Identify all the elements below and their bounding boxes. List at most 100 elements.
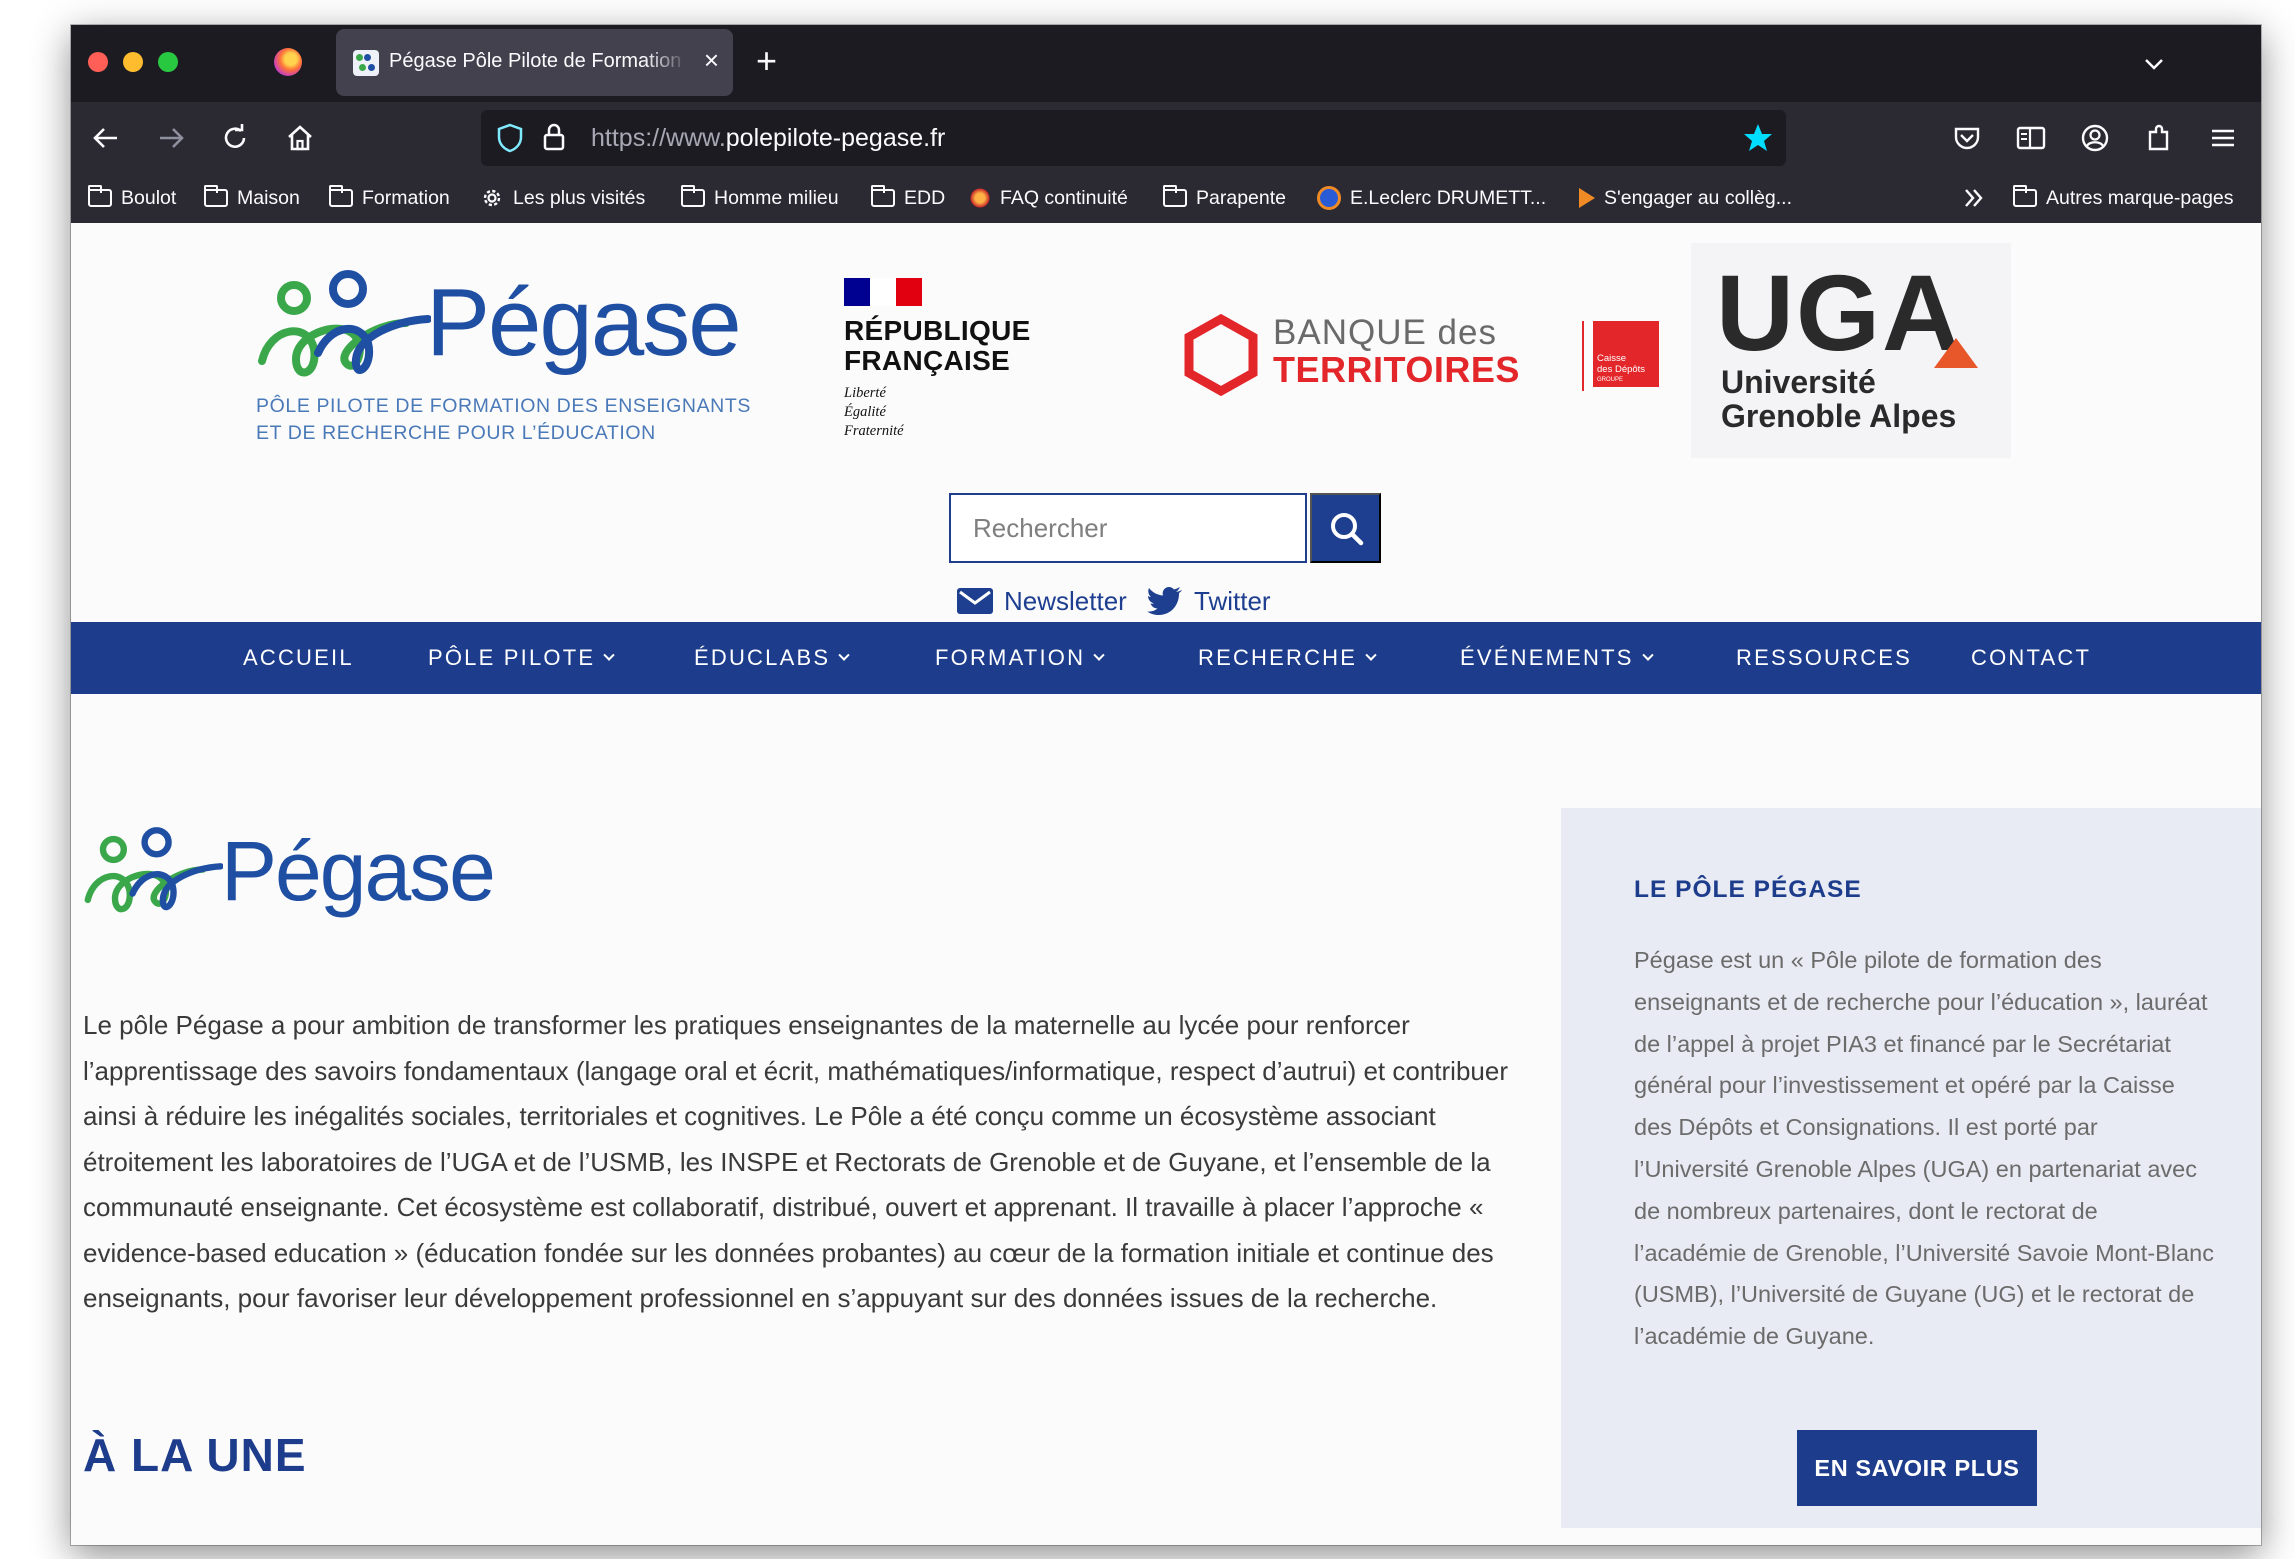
uga-name: Université Grenoble Alpes <box>1721 365 1956 433</box>
url-text[interactable]: https://www.polepilote-pegase.fr <box>591 124 945 153</box>
bdt-line1: BANQUE des <box>1273 313 1497 352</box>
search-input[interactable] <box>951 495 1305 561</box>
tracking-shield-icon[interactable] <box>495 122 525 154</box>
rf-title-line: FRANÇAISE <box>844 345 1011 376</box>
gear-icon <box>483 189 501 207</box>
chevron-down-icon <box>1641 649 1654 661</box>
twitter-link[interactable]: Twitter <box>1146 581 1271 621</box>
rf-title-line: RÉPUBLIQUE <box>844 315 1031 346</box>
pocket-icon[interactable] <box>1949 120 1985 156</box>
nav-item-evenements[interactable]: ÉVÉNEMENTS <box>1460 622 1654 694</box>
nav-item-recherche[interactable]: RECHERCHE <box>1198 622 1377 694</box>
new-tab-button[interactable]: + <box>756 43 777 79</box>
search-button[interactable] <box>1310 493 1381 563</box>
cdc-line: GROUPE <box>1597 377 1624 383</box>
uga-name-line: Grenoble Alpes <box>1721 398 1957 434</box>
nav-label: RECHERCHE <box>1198 645 1358 670</box>
extensions-icon[interactable] <box>2141 120 2177 156</box>
nav-label: ÉDUCLABS <box>694 645 831 670</box>
bookmark-boulot[interactable]: Boulot <box>88 184 176 212</box>
pegase-people-icon <box>258 270 431 377</box>
account-icon[interactable] <box>2077 120 2113 156</box>
bookmarks-overflow-button[interactable] <box>1961 184 1987 212</box>
folder-icon <box>329 185 353 207</box>
tab-bar: Pégase Pôle Pilote de Formation × + <box>71 25 2261 102</box>
bookmark-label: Formation <box>362 186 450 209</box>
nav-item-formation[interactable]: FORMATION <box>935 622 1105 694</box>
back-icon[interactable] <box>88 120 124 156</box>
bookmark-label: EDD <box>904 186 946 209</box>
chevron-double-right-icon <box>1965 189 1983 207</box>
nav-item-ressources[interactable]: RESSOURCES <box>1736 622 1912 694</box>
uga-wordmark: UGA <box>1716 252 1962 373</box>
forward-icon[interactable] <box>153 120 189 156</box>
bookmark-label: Boulot <box>121 186 177 209</box>
cdc-line: des Dépôts <box>1597 364 1646 375</box>
bookmark-label: Maison <box>237 186 300 209</box>
main-navigation: ACCUEIL PÔLE PILOTE ÉDUCLABS FORMATION R… <box>71 622 2261 694</box>
nav-item-contact[interactable]: CONTACT <box>1971 622 2091 694</box>
newsletter-label: Newsletter <box>1004 585 1127 616</box>
uga-triangle-icon <box>1934 338 1978 368</box>
lock-icon[interactable] <box>541 121 567 153</box>
nav-item-accueil[interactable]: ACCUEIL <box>243 622 354 694</box>
intro-paragraph: Le pôle Pégase a pour ambition de transf… <box>83 1010 1508 1313</box>
nav-label: PÔLE PILOTE <box>428 645 596 670</box>
bookmarks-toolbar: Boulot Maison Formation Les plus visités… <box>71 174 2261 223</box>
url-bar[interactable]: https://www.polepilote-pegase.fr <box>481 110 1786 166</box>
pegase-favicon-icon <box>353 50 379 76</box>
bookmark-homme-milieu[interactable]: Homme milieu <box>681 184 839 212</box>
bookmark-label: FAQ continuité <box>1000 186 1128 209</box>
firefox-view-icon[interactable] <box>274 48 302 76</box>
reload-icon[interactable] <box>217 120 253 156</box>
uga-logo[interactable]: UGA Université Grenoble Alpes <box>1691 243 2011 458</box>
sidebar-title: LE PÔLE PÉGASE <box>1634 876 1862 903</box>
tab-title: Pégase Pôle Pilote de Formation <box>389 50 682 72</box>
bookmark-les-plus-visites[interactable]: Les plus visités <box>480 184 645 212</box>
folder-icon <box>1163 185 1187 207</box>
cdc-line: Caisse <box>1597 353 1627 364</box>
folder-icon <box>88 185 112 207</box>
nav-item-educlabs[interactable]: ÉDUCLABS <box>694 622 850 694</box>
bdt-line2: TERRITOIRES <box>1273 349 1520 390</box>
nav-label: CONTACT <box>1971 645 2092 670</box>
en-savoir-plus-button[interactable]: EN SAVOIR PLUS <box>1797 1430 2037 1506</box>
pegase-tagline-line: ET DE RECHERCHE POUR L’ÉDUCATION <box>256 422 656 444</box>
pegase-tagline-line: PÔLE PILOTE DE FORMATION DES ENSEIGNANTS <box>256 395 751 417</box>
bookmark-maison[interactable]: Maison <box>204 184 300 212</box>
bdt-separator <box>1582 321 1584 391</box>
nav-label: RESSOURCES <box>1736 645 1913 670</box>
bookmark-formation[interactable]: Formation <box>329 184 450 212</box>
bookmark-faq-continuite[interactable]: FAQ continuité <box>969 184 1128 212</box>
list-all-tabs-icon[interactable] <box>2139 49 2169 79</box>
tab-active[interactable]: Pégase Pôle Pilote de Formation × <box>336 29 733 96</box>
window-close-button[interactable] <box>88 52 108 72</box>
content-pegase-wordmark: Pégase <box>221 824 496 918</box>
bookmark-edd[interactable]: EDD <box>871 184 945 212</box>
url-domain: polepilote-pegase.fr <box>725 124 946 152</box>
chevron-down-icon <box>838 649 850 661</box>
nav-item-pole-pilote[interactable]: PÔLE PILOTE <box>428 622 615 694</box>
chevron-down-icon <box>1093 649 1105 661</box>
chevron-down-icon <box>603 649 615 661</box>
site-favicon-icon <box>1317 186 1341 210</box>
republique-francaise-logo[interactable]: RÉPUBLIQUE FRANÇAISE Liberté Égalité Fra… <box>844 278 1031 441</box>
folder-icon <box>681 185 705 207</box>
bookmark-sengager[interactable]: S'engager au collèg... <box>1579 184 1792 212</box>
bookmark-eleclerc[interactable]: E.Leclerc DRUMETT... <box>1317 184 1546 212</box>
bookmark-autres-marque-pages[interactable]: Autres marque-pages <box>2013 184 2234 212</box>
bookmark-parapente[interactable]: Parapente <box>1163 184 1286 212</box>
home-icon[interactable] <box>282 120 318 156</box>
window-maximize-button[interactable] <box>158 52 178 72</box>
reader-view-icon[interactable] <box>2013 120 2049 156</box>
sidebar-pole-pegase: LE PÔLE PÉGASE Pégase est un « Pôle pilo… <box>1561 808 2261 1528</box>
menu-icon[interactable] <box>2205 120 2241 156</box>
caisse-des-depots-logo: Caisse des Dépôts GROUPE <box>1593 321 1659 387</box>
uga-name-line: Université <box>1721 364 1876 400</box>
newsletter-link[interactable]: Newsletter <box>956 581 1127 621</box>
window-minimize-button[interactable] <box>123 52 143 72</box>
url-prefix: https://www. <box>591 124 726 152</box>
tab-close-icon[interactable]: × <box>704 45 719 75</box>
bookmark-star-icon[interactable] <box>1742 122 1774 154</box>
rf-title: RÉPUBLIQUE FRANÇAISE <box>844 316 1031 376</box>
